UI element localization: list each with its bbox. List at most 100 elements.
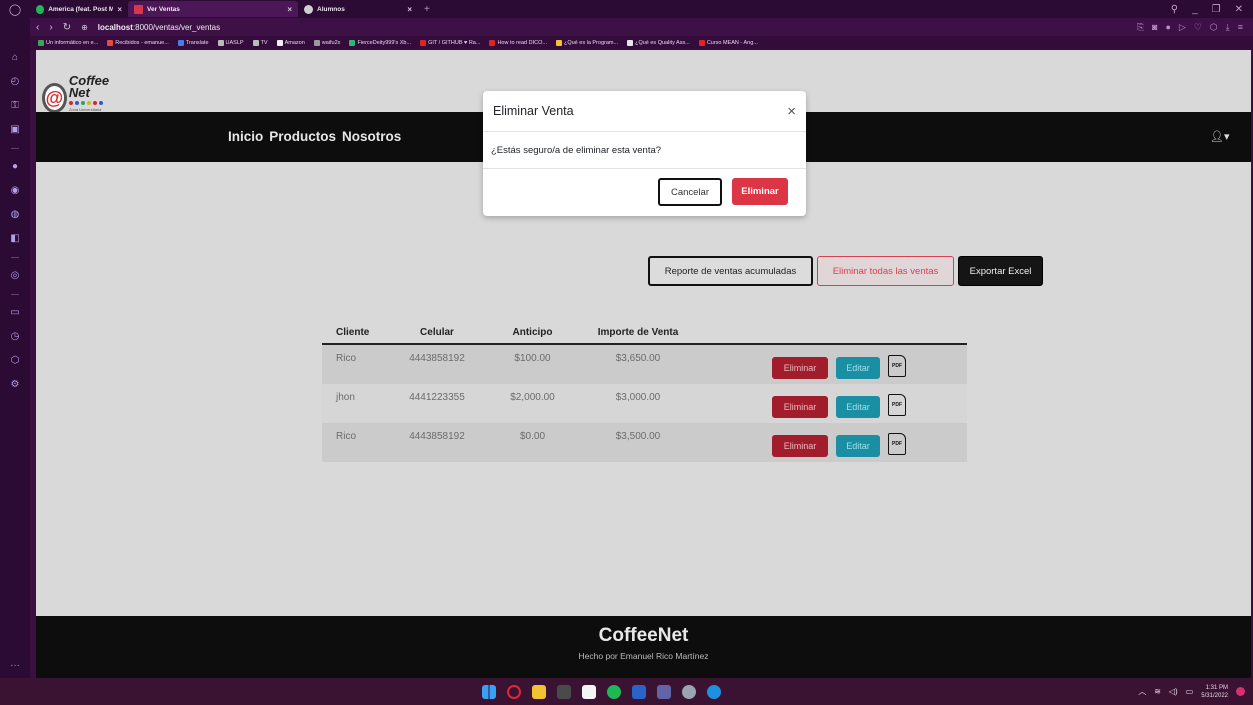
row-edit-button[interactable]: Editar <box>836 357 880 379</box>
bookmark-item[interactable]: ¿Qué es la Program... <box>555 40 618 46</box>
minimize-icon[interactable]: _ <box>1192 4 1198 15</box>
bookmark-item[interactable]: UASLP <box>217 40 244 46</box>
ai-icon[interactable]: ◎ <box>11 270 20 282</box>
terminal-icon[interactable] <box>557 684 571 699</box>
teams-icon[interactable] <box>657 684 671 699</box>
pdf-icon[interactable]: PDF <box>888 355 906 377</box>
snapshot-icon[interactable]: ⎘ <box>1137 22 1144 33</box>
bookmark-item[interactable]: Translate <box>177 40 209 46</box>
play-icon[interactable]: ▷ <box>1179 22 1186 33</box>
confirm-delete-button[interactable]: Eliminar <box>732 178 788 205</box>
row-edit-button[interactable]: Editar <box>836 396 880 418</box>
camera-icon[interactable]: ◙ <box>1152 22 1157 33</box>
instagram-icon[interactable]: ◉ <box>11 185 20 197</box>
bookmark-item[interactable]: GIT / GITHUB ♥ Ra... <box>420 40 480 46</box>
messenger-icon[interactable]: ● <box>12 161 18 173</box>
bookmark-favicon-icon <box>177 40 184 46</box>
sidebar-divider <box>11 294 19 295</box>
bookmark-item[interactable]: FierceDeity999's Xb... <box>349 40 411 46</box>
notification-icon[interactable] <box>1236 687 1245 696</box>
reload-icon[interactable]: ↻ <box>63 22 71 33</box>
bookmark-item[interactable]: TV <box>252 40 268 46</box>
system-clock[interactable]: 1:31 PM 5/31/2022 <box>1201 684 1228 700</box>
site-info-icon[interactable]: ⊕ <box>81 23 88 32</box>
bookmark-item[interactable]: Recibidos - emanue... <box>107 40 169 46</box>
maximize-icon[interactable]: ❐ <box>1212 4 1221 15</box>
search-tabs-icon[interactable]: ⚲ <box>1171 4 1178 15</box>
bookmark-item[interactable]: waifu2x <box>313 40 340 46</box>
cell-cliente: Rico <box>336 353 357 364</box>
bookmark-item[interactable]: Curso MEAN - Ang... <box>698 40 758 46</box>
vpn-shield-icon[interactable]: ● <box>1165 22 1170 33</box>
player-icon[interactable]: ▣ <box>10 124 19 136</box>
row-edit-button[interactable]: Editar <box>836 435 880 457</box>
close-tab-icon[interactable]: × <box>287 5 292 14</box>
page-header-area <box>36 50 1251 78</box>
bookmark-item[interactable]: How to read DICO... <box>489 40 547 46</box>
battery-icon[interactable]: ▭ <box>1186 687 1194 696</box>
bookmark-item[interactable]: Un informático en e... <box>38 40 98 46</box>
pdf-icon[interactable]: PDF <box>888 394 906 416</box>
browser-tab-music[interactable]: America (feat. Post Mal × <box>30 1 128 17</box>
url-field[interactable]: localhost:8000/ventas/ver_ventas <box>98 23 220 32</box>
extensions-icon[interactable]: ⬡ <box>1210 22 1218 33</box>
word-icon[interactable] <box>632 684 646 699</box>
close-icon[interactable]: × <box>787 104 796 119</box>
cell-anticipo: $0.00 <box>519 431 546 442</box>
browser-tab-ver-ventas[interactable]: Ver Ventas × <box>128 1 298 17</box>
wifi-icon[interactable]: ≋ <box>1154 687 1161 696</box>
user-menu-dropdown[interactable]: 👤︎▾ <box>1210 130 1230 143</box>
eliminar-todas-button[interactable]: Eliminar todas las ventas <box>817 256 954 286</box>
whatsapp-icon[interactable]: ◧ <box>10 233 19 245</box>
cell-importe: $3,650.00 <box>615 353 661 364</box>
heart-icon[interactable]: ♡ <box>1194 22 1202 33</box>
spotify-icon[interactable] <box>607 684 621 699</box>
reporte-ventas-button[interactable]: Reporte de ventas acumuladas <box>648 256 813 286</box>
nav-productos[interactable]: Productos <box>269 129 336 144</box>
pdf-icon[interactable]: PDF <box>888 433 906 455</box>
spotify-icon <box>36 4 45 14</box>
modal-footer: Cancelar Eliminar <box>483 169 806 206</box>
nav-nosotros[interactable]: Nosotros <box>342 129 401 144</box>
bookmark-label: How to read DICO... <box>497 40 547 46</box>
speed-dial-icon[interactable]: ⌂ <box>12 52 18 64</box>
settings-icon[interactable]: ⚙ <box>11 379 20 391</box>
row-delete-button[interactable]: Eliminar <box>772 396 828 418</box>
close-window-icon[interactable]: ✕ <box>1235 4 1243 15</box>
settings-icon[interactable] <box>682 684 696 699</box>
calendar-icon[interactable] <box>582 684 596 699</box>
cancel-button[interactable]: Cancelar <box>658 178 722 206</box>
volume-icon[interactable]: ◁) <box>1169 687 1178 696</box>
bookmark-item[interactable]: ¿Qué es Quality Ass... <box>627 40 690 46</box>
coffee-net-logo[interactable]: @ Coffee Net Zona Universitaria TODO PAR… <box>42 74 120 122</box>
app-icon[interactable] <box>707 684 721 699</box>
row-delete-button[interactable]: Eliminar <box>772 435 828 457</box>
opera-logo-icon[interactable]: ◯ <box>0 0 30 18</box>
close-tab-icon[interactable]: × <box>407 5 412 14</box>
cube-icon[interactable]: ⬡ <box>11 355 20 367</box>
close-tab-icon[interactable]: × <box>117 5 122 14</box>
row-delete-button[interactable]: Eliminar <box>772 357 828 379</box>
opera-icon[interactable] <box>507 684 521 699</box>
bookmark-favicon-icon <box>555 40 562 46</box>
exportar-excel-button[interactable]: Exportar Excel <box>958 256 1043 286</box>
bookmark-item[interactable]: Amazon <box>276 40 305 46</box>
bag-icon[interactable]: ⚿ <box>11 100 19 112</box>
nav-inicio[interactable]: Inicio <box>228 129 263 144</box>
chat-icon[interactable]: ▭ <box>10 307 19 319</box>
table-row: Rico 4443858192 $0.00 $3,500.00 Eliminar Edit… <box>322 423 967 462</box>
clock-icon[interactable]: ◷ <box>11 331 20 343</box>
download-icon[interactable]: ⤓ <box>1226 22 1230 33</box>
browser-tab-alumnos[interactable]: Alumnos × <box>298 1 418 17</box>
forward-icon[interactable]: › <box>49 22 52 33</box>
new-tab-button[interactable]: + <box>424 4 430 15</box>
nav-links: Inicio Productos Nosotros <box>228 129 401 144</box>
chevron-up-icon[interactable]: ︿ <box>1138 686 1146 697</box>
menu-icon[interactable]: ≡ <box>1238 22 1243 33</box>
more-icon[interactable]: … <box>10 658 20 670</box>
history-icon[interactable]: ◴ <box>11 76 20 88</box>
back-icon[interactable]: ‹ <box>36 22 39 33</box>
windows-start-icon[interactable] <box>482 684 496 699</box>
file-explorer-icon[interactable] <box>532 684 546 699</box>
telegram-icon[interactable]: ◍ <box>11 209 20 221</box>
